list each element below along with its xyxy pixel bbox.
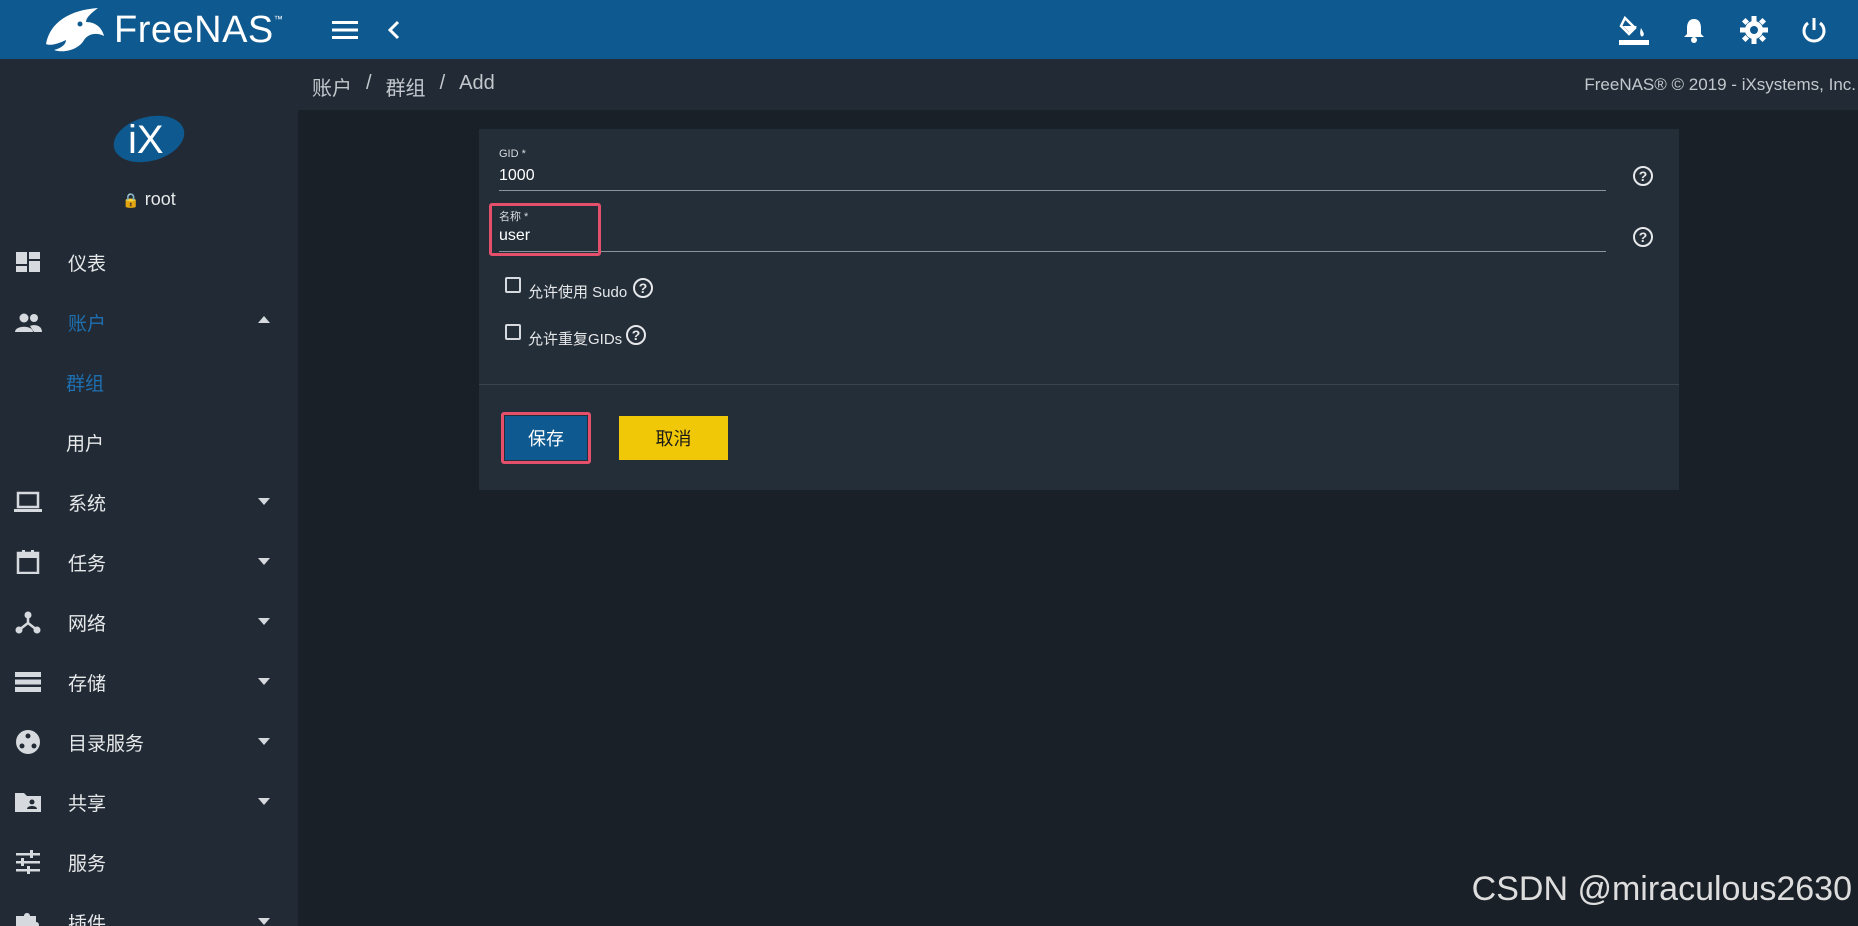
breadcrumb-separator: / bbox=[439, 72, 446, 94]
form-divider bbox=[479, 384, 1679, 385]
allow-duplicate-gids-checkbox[interactable] bbox=[505, 324, 521, 340]
chevron-down-icon bbox=[258, 678, 270, 685]
breadcrumb-separator: / bbox=[366, 72, 372, 94]
allow-sudo-checkbox[interactable] bbox=[505, 277, 521, 293]
sidebar-item-label: 任务 bbox=[68, 553, 107, 575]
duplicate-gids-help-icon[interactable]: ? bbox=[626, 325, 646, 345]
tune-icon bbox=[16, 850, 40, 874]
sidebar-subitem-groups[interactable]: 群组 bbox=[0, 352, 298, 412]
sidebar-item-label: 存储 bbox=[68, 673, 107, 695]
name-help-icon[interactable]: ? bbox=[1633, 227, 1653, 247]
brand-tm: ™ bbox=[273, 14, 283, 24]
group-form-card: GID * ? 名称 * ? 允许使用 Sudo ? 允许重复GIDs ? 保存… bbox=[479, 129, 1679, 490]
sidebar-item-label: 共享 bbox=[68, 793, 107, 815]
notifications-button[interactable] bbox=[1674, 10, 1714, 50]
breadcrumb-item-groups[interactable]: 群组 bbox=[386, 72, 426, 101]
chevron-down-icon bbox=[258, 738, 270, 745]
chevron-left-icon bbox=[387, 20, 400, 40]
gid-underline bbox=[499, 190, 1606, 191]
sidebar-item-plugins[interactable]: 插件 bbox=[0, 892, 298, 926]
sidebar-item-directory-services[interactable]: 目录服务 bbox=[0, 712, 298, 772]
folder-shared-icon bbox=[15, 793, 41, 812]
chevron-down-icon bbox=[258, 798, 270, 805]
current-user: 🔒 root bbox=[0, 189, 298, 210]
sidebar-item-tasks[interactable]: 任务 bbox=[0, 532, 298, 592]
allow-sudo-label: 允许使用 Sudo bbox=[528, 284, 628, 301]
gid-label: GID * bbox=[499, 148, 526, 160]
watermark: CSDN @miraculous2630 bbox=[1471, 870, 1852, 908]
breadcrumb-bar: 账户 / 群组 / Add FreeNAS® © 2019 - iXsystem… bbox=[298, 59, 1858, 110]
chevron-down-icon bbox=[258, 618, 270, 625]
puzzle-icon bbox=[16, 913, 39, 926]
calendar-icon bbox=[16, 550, 40, 574]
menu-button[interactable] bbox=[325, 10, 365, 50]
allow-duplicate-gids-label: 允许重复GIDs bbox=[528, 331, 623, 348]
menu-icon bbox=[332, 21, 358, 39]
name-input[interactable] bbox=[499, 225, 1599, 247]
storage-icon bbox=[15, 672, 41, 692]
ix-logo: iX bbox=[113, 115, 185, 163]
username: root bbox=[144, 189, 176, 209]
sidebar-item-system[interactable]: 系统 bbox=[0, 472, 298, 532]
cancel-button[interactable]: 取消 bbox=[619, 416, 728, 460]
sidebar-subitem-users[interactable]: 用户 bbox=[0, 412, 298, 472]
network-icon bbox=[15, 611, 41, 634]
gid-input[interactable] bbox=[499, 165, 1599, 187]
name-underline bbox=[499, 251, 1606, 252]
sidebar-item-label: 用户 bbox=[66, 433, 105, 455]
chevron-down-icon bbox=[258, 918, 270, 925]
bell-icon bbox=[1684, 19, 1704, 43]
top-bar: FreeNAS ™ bbox=[0, 0, 1858, 59]
settings-button[interactable] bbox=[1734, 10, 1774, 50]
sidebar-item-services[interactable]: 服务 bbox=[0, 832, 298, 892]
sidebar-item-storage[interactable]: 存储 bbox=[0, 652, 298, 712]
power-button[interactable] bbox=[1794, 10, 1834, 50]
sidebar-item-label: 服务 bbox=[68, 853, 107, 875]
copyright-text: FreeNAS® © 2019 - iXsystems, Inc. bbox=[1584, 75, 1856, 94]
chevron-down-icon bbox=[258, 498, 270, 505]
sidebar: iX 🔒 root 仪表 账户 群组 用户 系统 任务 网络 存储 目录服务 共… bbox=[0, 59, 298, 926]
save-button-highlight bbox=[501, 412, 591, 464]
breadcrumb-item-accounts[interactable]: 账户 bbox=[312, 72, 352, 101]
breadcrumb: 账户 / 群组 / Add bbox=[312, 72, 495, 101]
name-field-highlight bbox=[489, 203, 601, 256]
breadcrumb-item-add: Add bbox=[459, 72, 495, 94]
freenas-logo[interactable]: FreeNAS ™ bbox=[40, 4, 283, 56]
sidebar-item-accounts[interactable]: 账户 bbox=[0, 292, 298, 352]
sidebar-item-label: 网络 bbox=[68, 613, 107, 635]
chevron-up-icon bbox=[258, 316, 270, 323]
shark-logo-icon bbox=[46, 8, 104, 52]
chevron-down-icon bbox=[258, 558, 270, 565]
paint-bucket-icon bbox=[1619, 15, 1649, 45]
power-icon bbox=[1802, 18, 1826, 43]
sidebar-item-label: 账户 bbox=[68, 313, 107, 335]
people-icon bbox=[15, 313, 42, 332]
lock-icon: 🔒 bbox=[122, 192, 140, 208]
sudo-help-icon[interactable]: ? bbox=[633, 278, 653, 298]
laptop-icon bbox=[14, 491, 42, 512]
sidebar-item-label: 群组 bbox=[66, 373, 105, 395]
sidebar-item-sharing[interactable]: 共享 bbox=[0, 772, 298, 832]
sidebar-item-label: 仪表 bbox=[68, 253, 107, 275]
theme-button[interactable] bbox=[1614, 10, 1654, 50]
sidebar-item-label: 系统 bbox=[68, 493, 107, 515]
svg-text:iX: iX bbox=[128, 118, 164, 162]
collapse-sidebar-button[interactable] bbox=[374, 10, 414, 50]
gear-icon bbox=[1740, 16, 1768, 44]
sidebar-item-network[interactable]: 网络 bbox=[0, 592, 298, 652]
gid-help-icon[interactable]: ? bbox=[1633, 166, 1653, 186]
directory-icon bbox=[16, 730, 40, 754]
sidebar-item-dashboard[interactable]: 仪表 bbox=[0, 232, 298, 292]
brand-name: FreeNAS bbox=[114, 8, 274, 51]
sidebar-item-label: 插件 bbox=[68, 913, 107, 926]
sidebar-item-label: 目录服务 bbox=[68, 733, 145, 755]
dashboard-icon bbox=[16, 252, 40, 272]
